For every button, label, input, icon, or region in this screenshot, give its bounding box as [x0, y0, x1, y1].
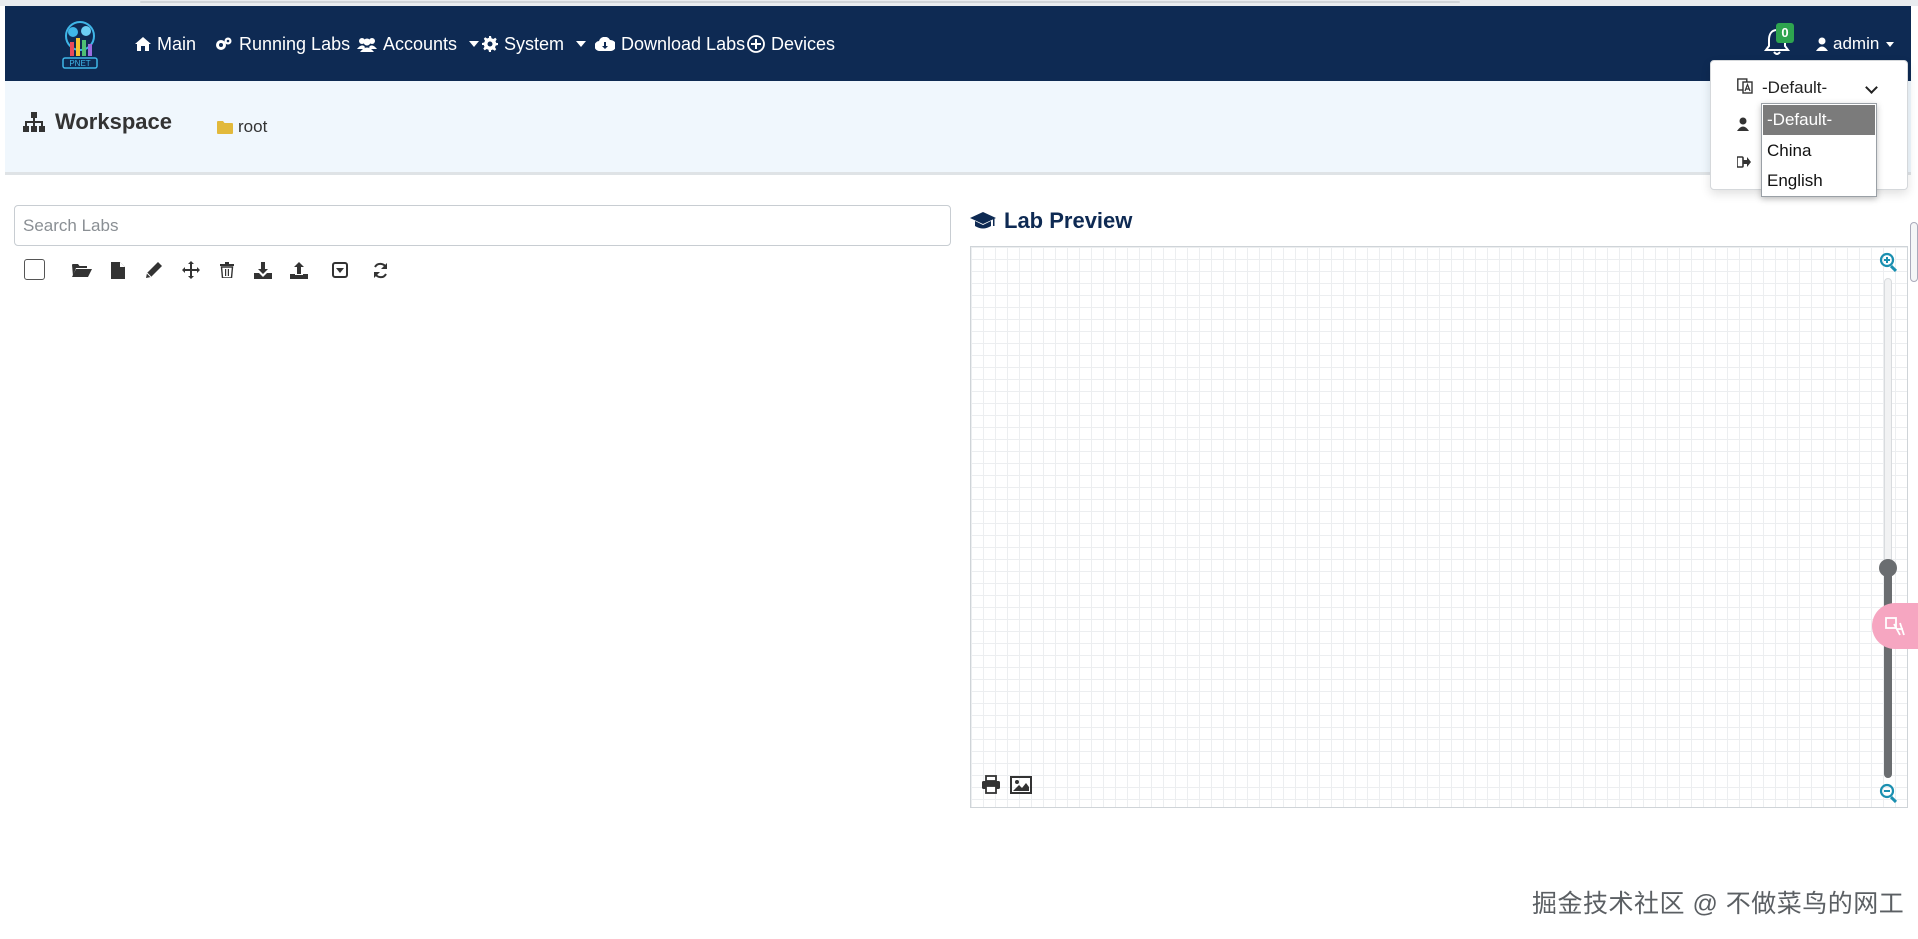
svg-text:PNET: PNET: [69, 59, 90, 68]
nav-main[interactable]: Main: [135, 32, 196, 56]
nav-system-label: System: [504, 33, 565, 54]
chevron-down-icon: [1886, 41, 1895, 47]
lab-preview-canvas[interactable]: [970, 246, 1908, 808]
image-icon[interactable]: [1010, 775, 1032, 795]
gears-icon: [216, 37, 232, 50]
workspace-title-text: Workspace: [55, 109, 172, 134]
refresh-button[interactable]: [368, 258, 392, 282]
folder-icon: [217, 120, 233, 134]
language-option[interactable]: China: [1763, 136, 1875, 166]
top-strip-segment: [140, 1, 1460, 3]
language-select-value: -Default-: [1762, 78, 1828, 97]
nav-main-label: Main: [157, 33, 197, 54]
plus-circle-icon: [747, 35, 765, 53]
zoom-slider-handle[interactable]: [1879, 559, 1897, 577]
dropdown-row-logout[interactable]: [1737, 156, 1751, 168]
user-name: admin: [1833, 34, 1880, 53]
translate-icon: [1885, 617, 1905, 636]
cloud-download-icon: [595, 37, 615, 51]
nav-running-labs-label: Running Labs: [239, 33, 351, 54]
language-options-list: -Default- China English: [1761, 103, 1877, 197]
user-icon: [1816, 37, 1828, 51]
new-lab-button[interactable]: [106, 258, 130, 282]
users-icon: [357, 37, 377, 52]
lab-preview-title-text: Lab Preview: [1004, 208, 1133, 233]
pencil-icon: [146, 262, 162, 278]
dropdown-row-language: [1737, 78, 1753, 94]
arrows-move-icon: [182, 261, 200, 279]
collapse-button[interactable]: [328, 258, 352, 282]
nav-download-labs[interactable]: Download Labs: [595, 32, 745, 56]
top-navbar: PNET Main Running Labs Accounts System D…: [5, 6, 1911, 81]
download-icon: [254, 261, 272, 279]
lab-preview-title: Lab Preview: [970, 208, 1132, 234]
select-all-checkbox[interactable]: [24, 259, 45, 280]
export-button[interactable]: [251, 258, 275, 282]
nav-devices[interactable]: Devices: [747, 32, 835, 56]
language-option[interactable]: -Default-: [1763, 105, 1875, 135]
nav-system[interactable]: System: [482, 32, 587, 56]
notification-badge: 0: [1776, 23, 1794, 43]
search-labs-input[interactable]: [14, 205, 951, 246]
sign-out-icon: [1737, 156, 1751, 168]
graduation-cap-icon: [970, 212, 996, 229]
nav-devices-label: Devices: [771, 33, 836, 54]
app-window: PNET Main Running Labs Accounts System D…: [0, 0, 1918, 939]
dropdown-row-profile[interactable]: [1737, 117, 1749, 131]
nav-accounts-label: Accounts: [383, 33, 458, 54]
chevron-down-icon: [576, 41, 587, 47]
language-select[interactable]: -Default-: [1762, 76, 1880, 100]
rename-button[interactable]: [142, 258, 166, 282]
folder-root[interactable]: root: [217, 117, 267, 137]
move-button[interactable]: [179, 258, 203, 282]
language-icon: [1737, 78, 1753, 94]
nav-download-labs-label: Download Labs: [621, 33, 746, 54]
user-icon: [1737, 117, 1749, 131]
zoom-out-icon[interactable]: [1879, 783, 1899, 803]
page-scrollbar[interactable]: [1910, 222, 1918, 282]
workspace-header: Workspace root: [5, 81, 1911, 175]
print-icon[interactable]: [981, 775, 1001, 795]
file-icon: [111, 261, 125, 279]
import-button[interactable]: [287, 258, 311, 282]
refresh-icon: [373, 262, 387, 278]
chevron-down-icon: [1865, 81, 1878, 94]
home-icon: [135, 37, 151, 51]
folder-root-label: root: [238, 117, 268, 136]
watermark-text: 掘金技术社区 @ 不做菜鸟的网工: [1532, 890, 1905, 918]
upload-icon: [290, 261, 308, 279]
trash-icon: [220, 262, 234, 278]
cog-icon: [482, 36, 498, 52]
folder-open-icon: [72, 263, 92, 277]
translate-widget-button[interactable]: [1872, 603, 1918, 649]
nav-running-labs[interactable]: Running Labs: [215, 32, 350, 56]
caret-square-down-icon: [332, 262, 348, 278]
sitemap-icon: [23, 112, 45, 132]
chevron-down-icon: [469, 41, 480, 47]
pnet-logo[interactable]: PNET: [53, 18, 107, 72]
zoom-slider-fill: [1884, 568, 1892, 778]
nav-accounts[interactable]: Accounts: [357, 32, 480, 56]
open-folder-button[interactable]: [70, 258, 94, 282]
delete-button[interactable]: [215, 258, 239, 282]
workspace-title: Workspace: [23, 109, 172, 135]
user-menu-toggle[interactable]: admin: [1816, 34, 1895, 54]
zoom-in-icon[interactable]: [1879, 252, 1899, 272]
language-option[interactable]: English: [1763, 166, 1875, 196]
